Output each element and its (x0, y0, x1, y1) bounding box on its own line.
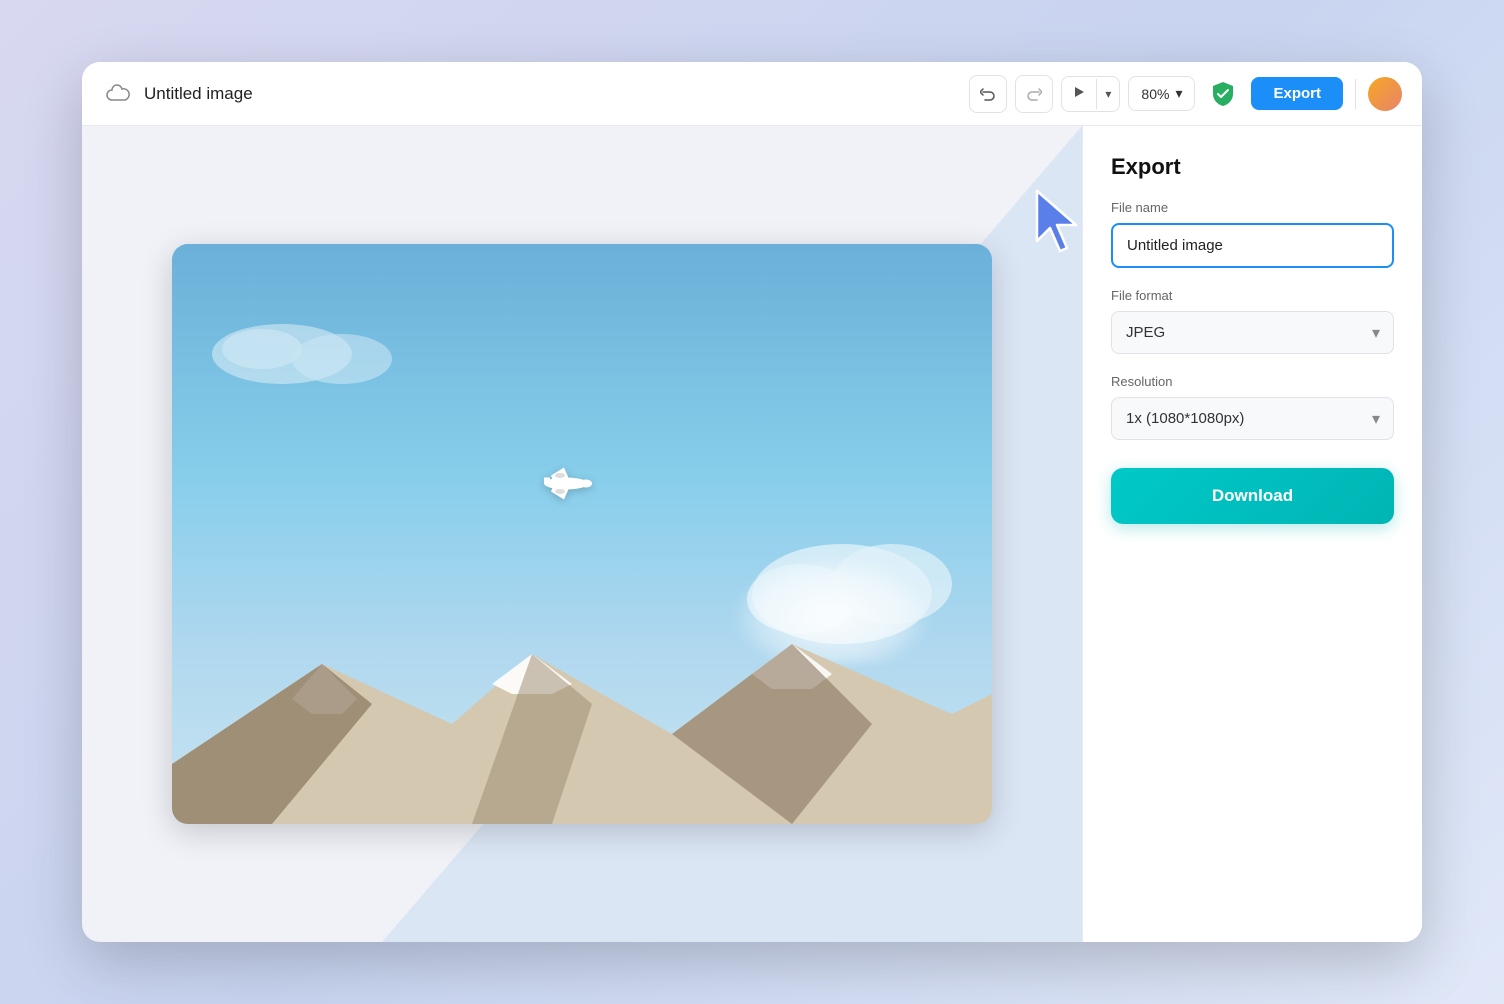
file-format-field: File format JPEG PNG SVG PDF ▾ (1111, 288, 1394, 354)
file-format-label: File format (1111, 288, 1394, 303)
image-frame (172, 244, 992, 824)
zoom-button[interactable]: 80% ▾ (1128, 76, 1195, 111)
header-center: ▾ 80% ▾ (969, 75, 1195, 113)
panel-title: Export (1111, 154, 1394, 180)
cloud-icon (102, 78, 134, 110)
airplane (536, 463, 596, 512)
main-content: Export File name File format JPEG PNG SV… (82, 126, 1422, 942)
zoom-value: 80% (1141, 86, 1169, 102)
canvas-area (82, 126, 1082, 942)
header: Untitled image (82, 62, 1422, 126)
resolution-select[interactable]: 1x (1080*1080px) 2x (2160*2160px) 0.5x (… (1111, 397, 1394, 440)
shield-icon (1207, 78, 1239, 110)
file-format-select[interactable]: JPEG PNG SVG PDF (1111, 311, 1394, 354)
resolution-wrapper: 1x (1080*1080px) 2x (2160*2160px) 0.5x (… (1111, 397, 1394, 440)
airplane-scene (172, 244, 992, 824)
header-left: Untitled image (102, 78, 957, 110)
export-panel: Export File name File format JPEG PNG SV… (1082, 126, 1422, 942)
header-right: Export (1207, 77, 1402, 111)
file-format-wrapper: JPEG PNG SVG PDF ▾ (1111, 311, 1394, 354)
file-name-label: File name (1111, 200, 1394, 215)
redo-button[interactable] (1015, 75, 1053, 113)
app-window: Untitled image (82, 62, 1422, 942)
file-name-input[interactable] (1111, 223, 1394, 268)
doc-title: Untitled image (144, 84, 253, 104)
export-button[interactable]: Export (1251, 77, 1343, 110)
play-main-button[interactable] (1062, 77, 1096, 111)
play-button-group[interactable]: ▾ (1061, 76, 1120, 112)
cloud-top-left (202, 304, 402, 384)
file-name-field: File name (1111, 200, 1394, 268)
zoom-chevron: ▾ (1175, 85, 1182, 102)
resolution-field: Resolution 1x (1080*1080px) 2x (2160*216… (1111, 374, 1394, 440)
play-dropdown-button[interactable]: ▾ (1096, 79, 1119, 109)
undo-button[interactable] (969, 75, 1007, 113)
download-button[interactable]: Download (1111, 468, 1394, 524)
header-divider (1355, 79, 1356, 109)
resolution-label: Resolution (1111, 374, 1394, 389)
mountain-svg (172, 604, 992, 824)
avatar[interactable] (1368, 77, 1402, 111)
